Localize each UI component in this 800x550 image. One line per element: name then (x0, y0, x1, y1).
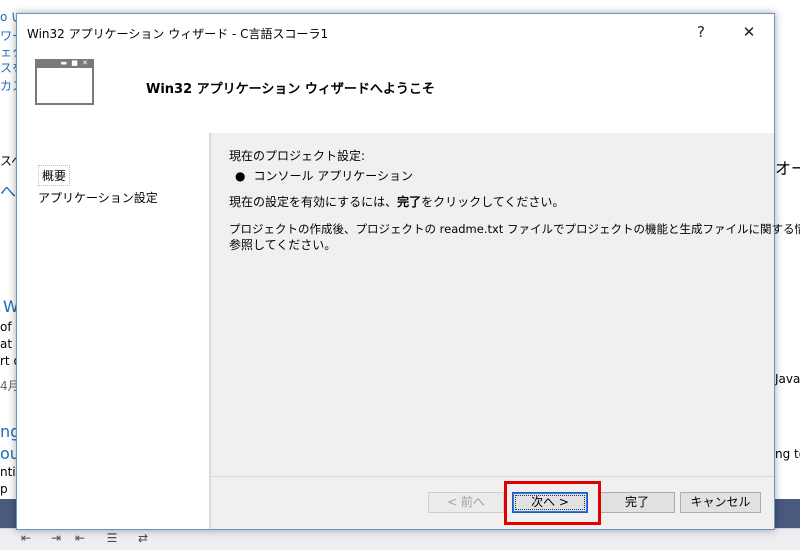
decrease-indent-icon[interactable]: ⇤ (18, 531, 34, 545)
bg-text: JavaS (775, 372, 800, 386)
wizard-header: ▬ ■ ✕ Win32 アプリケーション ウィザードへようこそ (17, 51, 774, 133)
outdent-icon[interactable]: ⇤ (72, 531, 88, 545)
bg-text: nti (0, 465, 16, 479)
page-title: Win32 アプリケーション ウィザードへようこそ (146, 82, 435, 97)
help-button[interactable]: ? (686, 20, 716, 44)
prev-button[interactable]: < 前へ (428, 492, 504, 513)
wizard-content: 現在のプロジェクト設定: ● コンソール アプリケーション 現在の設定を有効にする… (211, 133, 800, 476)
info-line-2: 参照してください。 (229, 238, 337, 252)
bg-text: p (0, 482, 8, 496)
bg-text: オー (775, 159, 800, 178)
current-settings-label: 現在のプロジェクト設定: (229, 149, 366, 163)
window-title: Win32 アプリケーション ウィザード - C言語スコーラ1 (27, 27, 329, 41)
finish-instruction: 現在の設定を有効にするには、完了をクリックしてください。 (229, 193, 564, 210)
list-item: ● コンソール アプリケーション (229, 167, 413, 184)
sidebar-item-app-settings[interactable]: アプリケーション設定 (35, 188, 161, 207)
bullet-text: コンソール アプリケーション (253, 169, 414, 183)
comment-icon[interactable]: ☰ (104, 531, 120, 545)
finish-button[interactable]: 完了 (599, 492, 675, 513)
finish-prefix: 現在の設定を有効にするには、 (229, 195, 398, 209)
title-bar: Win32 アプリケーション ウィザード - C言語スコーラ1 ? ✕ (17, 14, 774, 51)
sidebar-item-overview[interactable]: 概要 (38, 165, 71, 186)
cancel-button[interactable]: キャンセル (680, 492, 761, 513)
bullet-icon: ● (235, 169, 246, 183)
divider (211, 476, 774, 477)
close-button[interactable]: ✕ (734, 20, 764, 44)
finish-keyword: 完了 (397, 195, 422, 209)
bottom-toolbar (0, 528, 800, 550)
wizard-sidebar: 概要 アプリケーション設定 (17, 133, 209, 529)
finish-suffix: をクリックしてください。 (421, 195, 565, 209)
uncomment-icon[interactable]: ⇄ (135, 531, 151, 545)
window-icon: ▬ ■ ✕ (35, 59, 94, 105)
highlight-box (504, 481, 601, 525)
info-line-1: プロジェクトの作成後、プロジェクトの readme.txt ファイルでプロジェク… (229, 222, 800, 236)
bg-text: ng to (775, 447, 800, 461)
indent-icon[interactable]: ⇥ (48, 531, 64, 545)
wizard-dialog: Win32 アプリケーション ウィザード - C言語スコーラ1 ? ✕ ▬ ■ … (16, 13, 800, 530)
